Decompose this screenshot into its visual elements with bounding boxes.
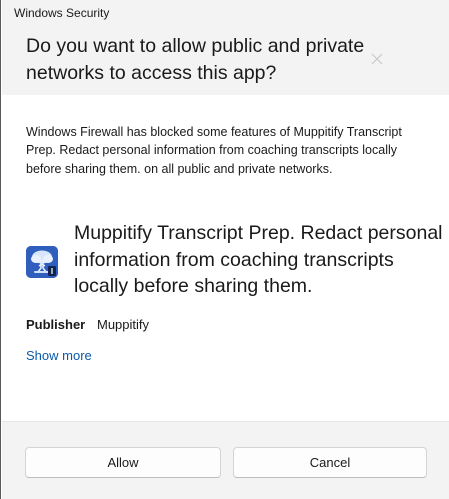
- publisher-label: Publisher: [26, 317, 86, 332]
- publisher-value: Muppitify: [97, 317, 150, 332]
- tree-app-icon: [26, 246, 58, 278]
- show-more-link[interactable]: Show more: [26, 348, 92, 363]
- dialog-footer: Allow Cancel: [2, 421, 449, 499]
- window-title: Windows Security: [14, 6, 110, 20]
- firewall-dialog: Windows Security Do you want to allow pu…: [0, 0, 449, 499]
- dialog-heading: Do you want to allow public and private …: [26, 35, 365, 84]
- dialog-header: Windows Security Do you want to allow pu…: [2, 0, 449, 95]
- allow-button[interactable]: Allow: [25, 447, 221, 478]
- cancel-button[interactable]: Cancel: [233, 447, 427, 478]
- app-name: Muppitify Transcript Prep. Redact person…: [74, 222, 443, 297]
- firewall-description: Windows Firewall has blocked some featur…: [26, 125, 402, 176]
- dialog-body: Windows Firewall has blocked some featur…: [2, 95, 449, 421]
